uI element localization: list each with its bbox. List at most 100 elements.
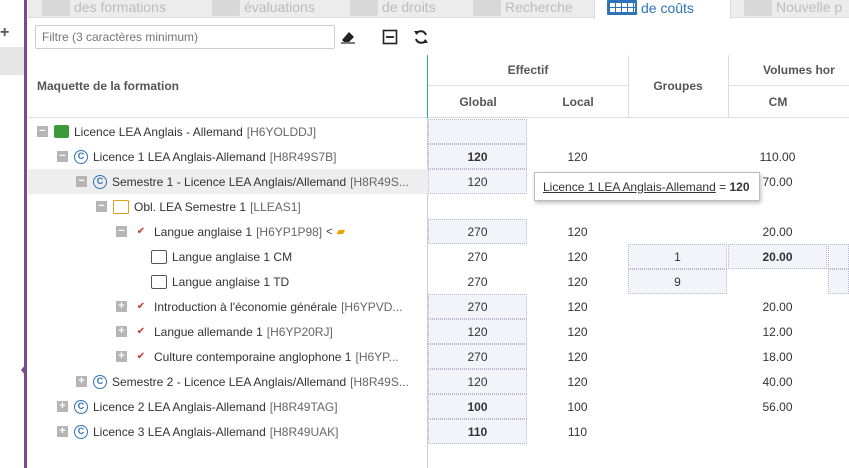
global-cell[interactable] <box>428 119 527 144</box>
share-icon[interactable]: < <box>326 226 332 238</box>
global-header[interactable]: Global <box>428 86 528 117</box>
column-divider <box>628 55 629 117</box>
check-icon <box>212 0 240 16</box>
tree-row[interactable]: + C Licence 3 LEA Anglais-Allemand [H8R49… <box>28 419 428 444</box>
global-cell[interactable]: 270 <box>428 344 527 369</box>
group-activity-icon <box>151 249 167 264</box>
course-c-icon: C <box>74 399 88 414</box>
expand-toggle-icon[interactable]: + <box>57 401 68 412</box>
collapse-toggle-icon[interactable]: − <box>57 151 68 162</box>
tree-row[interactable]: + C Semestre 2 - Licence LEA Anglais/All… <box>28 369 428 394</box>
course-c-icon: C <box>93 174 107 189</box>
rights-icon <box>350 0 378 16</box>
teaching-unit-icon <box>133 350 149 364</box>
cm-cell: 12.00 <box>762 324 793 339</box>
panel-splitter[interactable] <box>21 0 27 468</box>
tree-row[interactable]: + C Licence 2 LEA Anglais-Allemand [H8R49… <box>28 394 428 419</box>
groupes-header[interactable]: Groupes <box>628 55 728 117</box>
tab-nouvelle[interactable]: Nouvelle p <box>744 0 842 18</box>
filter-input[interactable] <box>35 25 335 49</box>
local-header[interactable]: Local <box>528 86 628 117</box>
global-cell[interactable]: 270 <box>428 219 527 244</box>
volumes-header: Volumes hor <box>763 63 835 77</box>
tree-row[interactable]: − C Semestre 1 - Licence LEA Anglais/All… <box>28 169 428 194</box>
global-cell[interactable]: 120 <box>428 319 527 344</box>
global-cell[interactable]: 110 <box>428 419 527 444</box>
next-column-cell[interactable] <box>828 244 849 269</box>
global-cell: 270 <box>467 274 488 289</box>
course-c-icon: C <box>93 374 107 389</box>
expand-toggle-icon[interactable]: + <box>116 301 127 312</box>
grid-header: Maquette de la formation Effectif Global… <box>28 55 849 118</box>
local-cell: 100 <box>567 399 588 414</box>
expand-toggle-icon[interactable]: + <box>116 326 127 337</box>
tree-row[interactable]: Langue anglaise 1 TD <box>28 269 428 294</box>
cm-cell[interactable]: 20.00 <box>728 244 827 269</box>
effectif-header: Effectif <box>507 63 549 77</box>
network-icon <box>42 0 70 16</box>
header-divider <box>428 85 628 86</box>
tree-row[interactable]: − Obl. LEA Semestre 1 [LLEAS1] <box>28 194 428 219</box>
teaching-unit-icon <box>133 300 149 314</box>
collapse-all-icon[interactable] <box>379 26 401 48</box>
export-folder-icon[interactable]: ▰ <box>337 225 345 238</box>
cm-cell: 20.00 <box>762 224 793 239</box>
tab-droits[interactable]: de droits <box>350 0 436 18</box>
cm-cell: 18.00 <box>762 349 793 364</box>
cm-cell: 110.00 <box>759 149 796 164</box>
add-icon[interactable]: + <box>0 24 9 42</box>
doc-icon <box>744 0 772 16</box>
frozen-divider-accent <box>427 55 428 118</box>
rail-separator <box>0 47 24 75</box>
tab-recherche[interactable]: Recherche <box>473 0 573 18</box>
tree-row[interactable]: + Culture contemporaine anglophone 1[H6Y… <box>28 344 428 369</box>
teaching-unit-icon <box>133 225 149 239</box>
collapse-toggle-icon[interactable]: − <box>37 126 48 137</box>
cm-header[interactable]: CM <box>728 86 828 117</box>
tab-bar: des formations évaluations de droits Rec… <box>28 0 849 19</box>
global-cell[interactable]: 120 <box>428 169 527 194</box>
collapse-arrow-icon[interactable] <box>21 364 26 376</box>
diploma-icon <box>54 125 69 138</box>
tree-row[interactable]: − Langue anglaise 1[H6YP1P98] < ▰ <box>28 219 428 244</box>
tree-row[interactable]: + Langue allemande 1[H6YP20RJ] <box>28 319 428 344</box>
tree-row[interactable]: − C Licence 1 LEA Anglais-Allemand [H8R49… <box>28 144 428 169</box>
local-cell: 120 <box>567 299 588 314</box>
tree-row[interactable]: + Introduction à l'économie générale[H6Y… <box>28 294 428 319</box>
global-cell[interactable]: 120 <box>428 144 527 169</box>
tab-couts[interactable]: de coûts <box>594 0 731 19</box>
global-cell: 270 <box>467 249 488 264</box>
refresh-icon[interactable] <box>410 26 432 48</box>
eraser-icon[interactable] <box>337 26 359 48</box>
global-cell[interactable]: 120 <box>428 369 527 394</box>
cm-cell: 20.00 <box>762 299 793 314</box>
expand-toggle-icon[interactable]: + <box>76 376 87 387</box>
cm-cell: 56.00 <box>762 399 793 414</box>
local-cell: 120 <box>567 274 588 289</box>
local-cell: 120 <box>567 374 588 389</box>
next-column-cell[interactable] <box>828 269 849 294</box>
course-c-icon: C <box>74 149 88 164</box>
groupes-cell[interactable]: 9 <box>628 269 727 294</box>
left-rail: + <box>0 0 24 468</box>
grid-icon <box>607 0 637 15</box>
tree-row[interactable]: − Licence LEA Anglais - Allemand [H6YOLDD… <box>28 119 428 144</box>
collapse-toggle-icon[interactable]: − <box>116 226 127 237</box>
global-cell[interactable]: 270 <box>428 294 527 319</box>
groupes-cell[interactable]: 1 <box>628 244 727 269</box>
collapse-toggle-icon[interactable]: − <box>76 176 87 187</box>
folder-obligatory-icon <box>113 199 129 214</box>
group-activity-icon <box>151 274 167 289</box>
maquette-header[interactable]: Maquette de la formation <box>37 55 179 117</box>
expand-toggle-icon[interactable]: + <box>116 351 127 362</box>
tab-formations[interactable]: des formations <box>42 0 166 18</box>
local-cell: 120 <box>567 224 588 239</box>
expand-toggle-icon[interactable]: + <box>57 426 68 437</box>
tab-evaluations[interactable]: évaluations <box>212 0 315 18</box>
local-cell: 120 <box>567 324 588 339</box>
local-cell: 120 <box>567 149 588 164</box>
tree-row[interactable]: Langue anglaise 1 CM <box>28 244 428 269</box>
global-cell[interactable]: 100 <box>428 394 527 419</box>
collapse-toggle-icon[interactable]: − <box>96 201 107 212</box>
column-divider <box>728 55 729 117</box>
